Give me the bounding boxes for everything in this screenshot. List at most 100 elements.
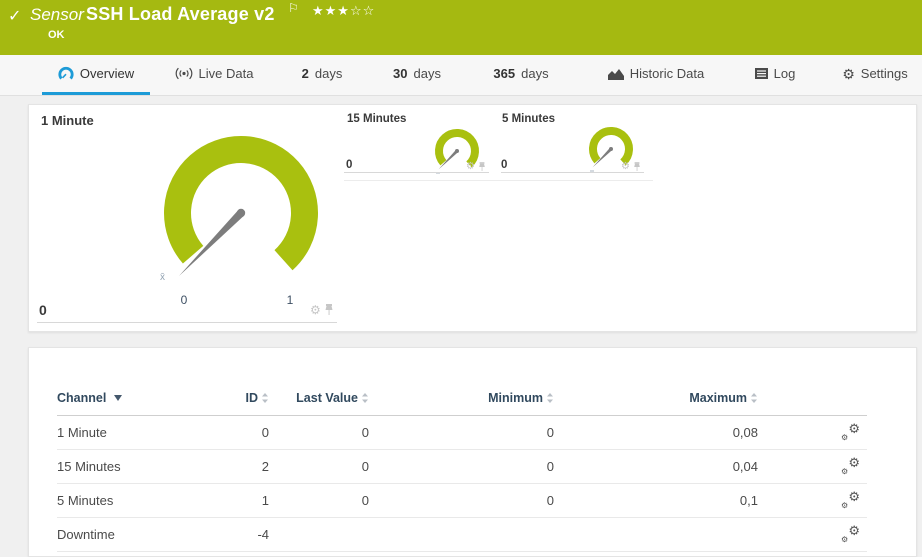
column-header-last-value[interactable]: Last Value <box>269 391 369 405</box>
tab-label: Live Data <box>198 66 254 81</box>
sort-icon <box>547 393 553 403</box>
primary-gauge-arc <box>164 136 318 271</box>
pin-icon[interactable] <box>478 162 486 172</box>
stars-empty[interactable]: ☆☆ <box>350 3 375 18</box>
pin-icon[interactable] <box>633 162 641 172</box>
channel-last-value: 0 <box>361 493 369 508</box>
pin-icon[interactable] <box>324 304 334 316</box>
channel-minimum: 0 <box>546 493 554 508</box>
divider <box>37 322 337 323</box>
area-chart-icon <box>607 68 624 80</box>
column-header-channel[interactable]: Channel <box>57 391 213 405</box>
divider <box>344 180 653 181</box>
tab-30-days[interactable]: 30 days <box>388 55 446 95</box>
channel-id: -4 <box>257 527 269 542</box>
table-row: 15 Minutes 2 0 0 0,04 ⚙ ⚙ <box>57 450 867 484</box>
gauge-icon <box>58 66 74 81</box>
prtg-sensor-page: ✓ Sensor SSH Load Average v2 ⚐ ★★★☆☆ OK … <box>0 0 922 557</box>
gauge-current-value: 0 <box>39 302 47 318</box>
channel-minimum: 0 <box>546 425 554 440</box>
divider <box>344 172 489 173</box>
channel-table: Channel ID Last Value Minimum Maximum 1 … <box>57 381 867 552</box>
sort-icon <box>362 393 368 403</box>
sort-icon <box>262 393 268 403</box>
stars-filled[interactable]: ★★★ <box>312 3 350 18</box>
sensor-header: ✓ Sensor SSH Load Average v2 ⚐ ★★★☆☆ OK <box>0 0 922 55</box>
tab-365-days[interactable]: 365 days <box>486 55 556 95</box>
column-label: Last Value <box>296 391 358 405</box>
tab-overview[interactable]: Overview <box>42 55 150 95</box>
tab-label: days <box>521 66 549 81</box>
channel-maximum: 0,1 <box>739 493 758 508</box>
gauge-title: 15 Minutes <box>347 113 407 125</box>
channel-name: 1 Minute <box>57 425 107 440</box>
channel-minimum: 0 <box>546 459 554 474</box>
tab-label: Overview <box>79 66 135 81</box>
gear-icon[interactable]: ⚙ <box>466 162 475 172</box>
tab-label: days <box>413 66 441 81</box>
column-label: Channel <box>57 391 107 405</box>
channel-last-value: 0 <box>361 425 369 440</box>
tab-2-days[interactable]: 2 days <box>296 55 348 95</box>
table-header-row: Channel ID Last Value Minimum Maximum <box>57 381 867 416</box>
tab-number: 2 <box>301 66 309 81</box>
channel-settings-icon[interactable]: ⚙ ⚙ <box>841 524 860 544</box>
tab-label: Log <box>773 66 796 81</box>
gauge-15min-arc <box>435 129 479 168</box>
gauge-scale-min: 0 <box>180 293 188 307</box>
object-kind-label: Sensor <box>30 5 84 24</box>
column-label: Minimum <box>488 391 543 405</box>
tab-bar: Overview Live Data 2 days 30 days 365 da… <box>0 55 922 96</box>
tab-label: Settings <box>860 66 908 81</box>
gauge-corner-actions: ⚙ <box>466 162 486 172</box>
channel-settings-icon[interactable]: ⚙ ⚙ <box>841 422 860 442</box>
tab-settings[interactable]: ⚙ Settings <box>840 55 910 95</box>
channel-id: 1 <box>261 493 269 508</box>
table-row: Downtime -4 ⚙ ⚙ <box>57 518 867 552</box>
status-badge: OK <box>48 29 65 41</box>
channel-settings-icon[interactable]: ⚙ ⚙ <box>841 456 860 476</box>
table-row: 5 Minutes 1 0 0 0,1 ⚙ ⚙ <box>57 484 867 518</box>
gear-icon: ⚙ <box>842 65 855 82</box>
column-label: Maximum <box>689 391 747 405</box>
gauge-average-marker: x̄ <box>160 272 165 283</box>
flag-icon[interactable]: ⚐ <box>288 1 299 15</box>
gauge-title: 5 Minutes <box>502 113 556 125</box>
channels-panel: Channel ID Last Value Minimum Maximum 1 … <box>28 347 917 557</box>
log-icon <box>754 68 768 79</box>
priority-stars[interactable]: ★★★☆☆ <box>312 3 375 19</box>
gauge-5min-arc <box>589 127 633 166</box>
column-header-minimum[interactable]: Minimum <box>369 391 554 405</box>
tab-live-data[interactable]: Live Data <box>168 55 260 95</box>
tab-label: Historic Data <box>629 66 705 81</box>
tab-number: 30 <box>393 66 408 81</box>
tab-label: days <box>314 66 343 81</box>
tab-log[interactable]: Log <box>750 55 800 95</box>
gauge-current-value: 0 <box>346 159 353 171</box>
channel-id: 0 <box>261 425 269 440</box>
column-label: ID <box>245 391 259 405</box>
gauge-scale-max: 1 <box>286 293 294 307</box>
gauge-corner-actions: ⚙ <box>310 304 334 316</box>
sort-desc-icon <box>114 395 123 401</box>
tab-number: 365 <box>493 66 516 81</box>
gauges-panel: 1 Minute 0 1 x̄ 0 ⚙ 15 Minutes 0 ⚙ 5 Min… <box>28 104 917 332</box>
status-check-icon: ✓ <box>8 8 22 25</box>
tab-historic-data[interactable]: Historic Data <box>600 55 712 95</box>
column-header-id[interactable]: ID <box>213 391 269 405</box>
channel-name: 15 Minutes <box>57 459 121 474</box>
channel-maximum: 0,04 <box>732 459 758 474</box>
channel-id: 2 <box>261 459 269 474</box>
gauge-title: 1 Minute <box>41 113 94 128</box>
channel-settings-icon[interactable]: ⚙ ⚙ <box>841 490 860 510</box>
sort-icon <box>751 393 757 403</box>
channel-name: 5 Minutes <box>57 493 114 508</box>
channel-name: Downtime <box>57 527 115 542</box>
gear-icon[interactable]: ⚙ <box>621 162 630 172</box>
divider <box>501 172 644 173</box>
column-header-maximum[interactable]: Maximum <box>554 391 758 405</box>
channel-maximum: 0,08 <box>732 425 758 440</box>
gear-icon[interactable]: ⚙ <box>310 304 321 316</box>
channel-last-value: 0 <box>361 459 369 474</box>
table-row: 1 Minute 0 0 0 0,08 ⚙ ⚙ <box>57 416 867 450</box>
